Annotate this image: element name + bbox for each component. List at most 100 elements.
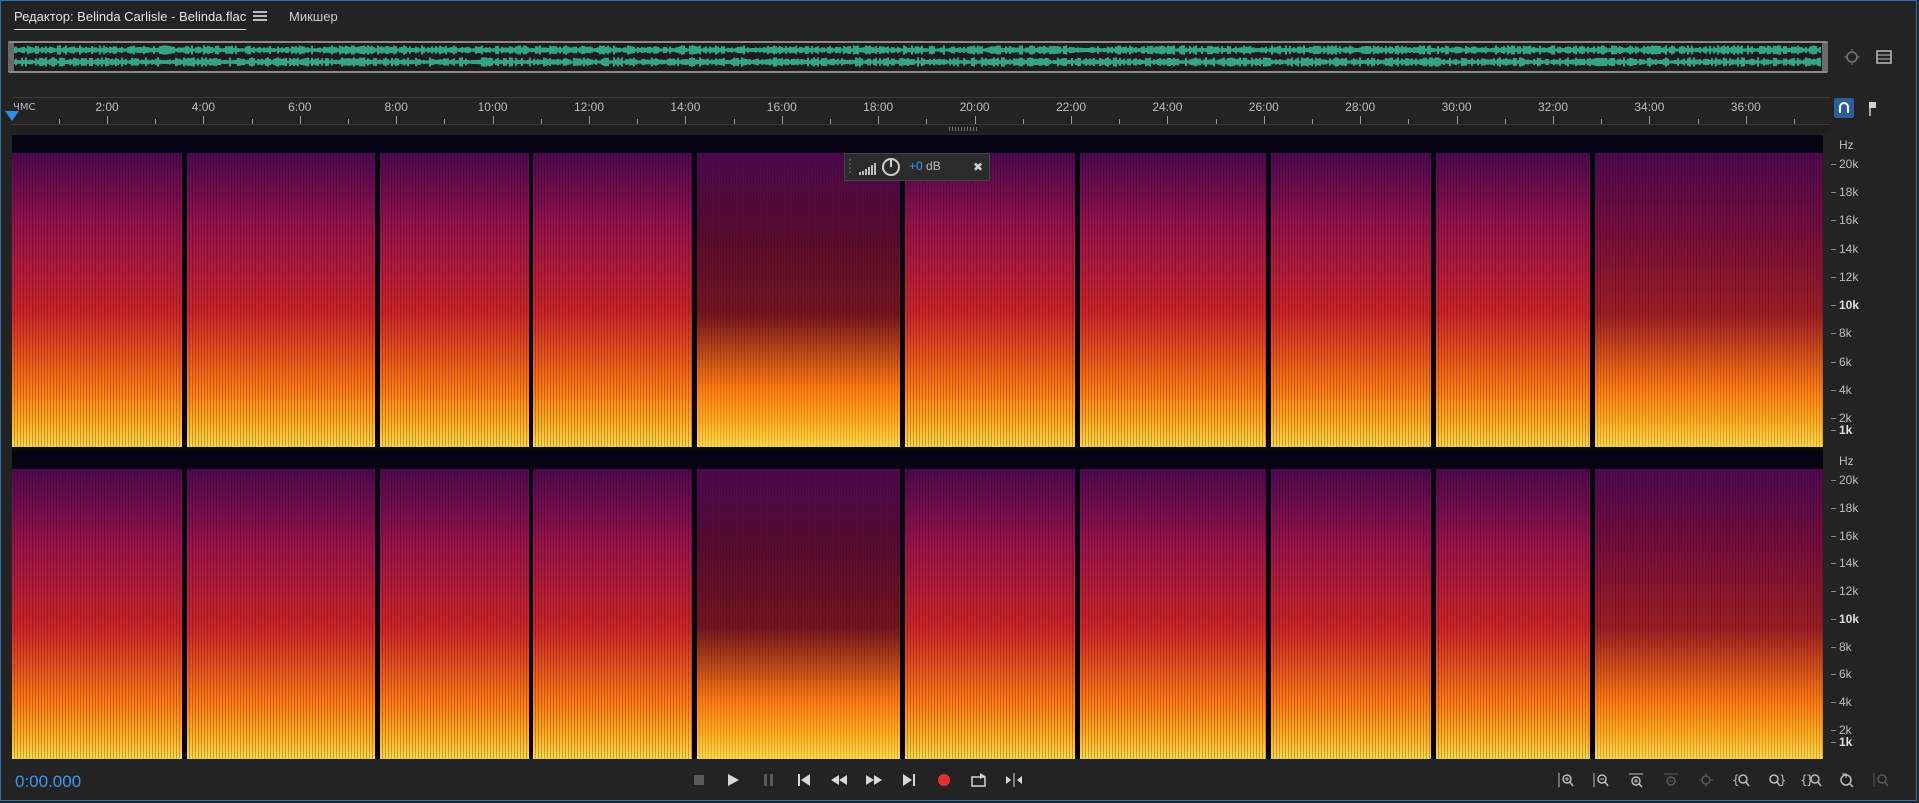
ruler-tick	[1360, 116, 1362, 124]
hz-label: 16k	[1839, 528, 1859, 543]
overview-left-handle[interactable]	[8, 43, 14, 71]
ruler-tick	[974, 116, 976, 124]
ruler-tick	[492, 116, 494, 124]
spectrogram-band	[12, 451, 1823, 471]
spectrogram-channel-left[interactable]	[12, 135, 1823, 447]
scroll-grip[interactable]	[949, 127, 977, 131]
tab-mixer[interactable]: Микшер	[289, 7, 338, 29]
zoom-in-at-end-icon[interactable]: }	[1758, 769, 1793, 791]
hz-tick	[1831, 192, 1836, 194]
hz-unit-label: Hz	[1839, 138, 1854, 152]
hz-label: 12k	[1839, 269, 1859, 284]
overview-settings-icon[interactable]	[1873, 46, 1895, 68]
zoom-to-selection-icon[interactable]: {}	[1793, 769, 1828, 791]
rewind-button[interactable]	[821, 769, 856, 791]
ruler-tick	[1601, 119, 1603, 124]
ruler-label: 26:00	[1248, 100, 1279, 114]
vertical-zoom-strip[interactable]	[11, 125, 1830, 133]
hz-label: 6k	[1839, 667, 1852, 682]
ruler-tick	[1408, 119, 1410, 124]
zoom-reset-amplitude-icon[interactable]	[1863, 769, 1898, 791]
frequency-scale-right: Hz 20k 18k 16k 14k 12k 10k 8k 6k 4k 2k 1k	[1831, 451, 1891, 759]
pause-button[interactable]	[751, 769, 786, 791]
time-ruler[interactable]: ЧМС 2:00 4:00 6:00 8:00 10:00 12:00 14:00 16:00…	[11, 97, 1830, 125]
hz-tick	[1831, 646, 1836, 648]
marker-pin-icon[interactable]	[1861, 98, 1883, 120]
zoom-out-time-icon[interactable]	[1653, 769, 1688, 791]
stop-button[interactable]	[681, 769, 716, 791]
ruler-tick	[1263, 116, 1265, 124]
hz-tick	[1831, 164, 1836, 165]
zoom-out-full-icon[interactable]	[1688, 769, 1723, 791]
spectrogram-channel-right[interactable]	[12, 451, 1823, 759]
go-to-start-button[interactable]	[786, 769, 821, 791]
ruler-tick	[1697, 119, 1699, 124]
ruler-label: 16:00	[766, 100, 797, 114]
spectrogram-segment	[187, 153, 375, 447]
tab-editor[interactable]: Редактор: Belinda Carlisle - Belinda.fla…	[14, 7, 247, 30]
ruler-tick	[589, 116, 590, 124]
snap-magnet-icon[interactable]	[1834, 98, 1854, 118]
hz-label: 14k	[1839, 241, 1859, 256]
hz-tick	[1831, 535, 1836, 537]
record-button[interactable]	[926, 769, 961, 791]
hz-label: 12k	[1839, 584, 1859, 599]
hz-label: 8k	[1839, 326, 1852, 341]
pin-icon[interactable]: ✖	[971, 160, 985, 174]
zoom-in-at-start-icon[interactable]: {	[1723, 769, 1758, 791]
hz-label: 18k	[1839, 185, 1859, 200]
ruler-tick	[251, 119, 253, 124]
hz-tick	[1831, 742, 1836, 743]
ruler-label: 28:00	[1345, 100, 1376, 114]
hz-tick	[1831, 248, 1836, 250]
ruler-tick	[58, 119, 60, 124]
ruler-label: 18:00	[863, 100, 894, 114]
spectrogram-segment	[905, 153, 1075, 447]
ruler-tick	[1745, 116, 1747, 124]
play-button[interactable]	[716, 769, 751, 791]
loop-playback-button[interactable]	[961, 769, 996, 791]
zoom-target-icon[interactable]	[1841, 46, 1863, 68]
ruler-tick	[685, 116, 687, 124]
ruler-tick	[348, 119, 349, 124]
hz-tick	[1831, 276, 1836, 278]
playhead-marker[interactable]	[5, 111, 19, 121]
overview-right-handle[interactable]	[1822, 43, 1828, 71]
ruler-tick	[155, 119, 157, 124]
spectrogram-segment	[1080, 469, 1266, 759]
spectrogram-segment	[697, 153, 900, 447]
go-to-end-button[interactable]	[891, 769, 926, 791]
spectrogram-segment	[380, 469, 529, 759]
overview-waveform[interactable]	[8, 41, 1828, 73]
zoom-reset-icon[interactable]	[1828, 769, 1863, 791]
hz-label: 20k	[1839, 157, 1859, 171]
ruler-label: 24:00	[1152, 100, 1183, 114]
panel-menu-icon[interactable]	[253, 9, 267, 23]
fast-forward-button[interactable]	[856, 769, 891, 791]
hz-label: 16k	[1839, 213, 1859, 228]
hud-grip-icon[interactable]	[847, 158, 853, 176]
frequency-scale-left: Hz 20k 18k 16k 14k 12k 10k 8k 6k 4k 2k 1k	[1831, 135, 1891, 447]
volume-hud[interactable]: +0 dB ✖	[844, 153, 990, 181]
spectrogram-segment	[380, 153, 529, 447]
spectrogram-segment	[533, 469, 692, 759]
ruler-tick	[1119, 119, 1121, 124]
hz-label: 10k	[1839, 298, 1860, 313]
hz-tick	[1831, 305, 1836, 307]
ruler-tick	[1071, 116, 1072, 124]
hz-tick	[1831, 220, 1836, 222]
skip-selection-button[interactable]	[996, 769, 1031, 791]
spectrogram-segment	[1436, 153, 1590, 447]
ruler-tick	[203, 116, 205, 124]
volume-knob-icon[interactable]	[882, 158, 900, 176]
zoom-in-amplitude-icon[interactable]	[1548, 769, 1583, 791]
volume-value[interactable]: +0 dB	[909, 159, 941, 173]
hz-unit-label: Hz	[1839, 454, 1854, 468]
hz-label: 8k	[1839, 639, 1852, 654]
ruler-tick	[1553, 116, 1554, 124]
zoom-in-time-icon[interactable]	[1618, 769, 1653, 791]
current-time[interactable]: 0:00.000	[15, 772, 81, 792]
hz-label: 4k	[1839, 695, 1852, 710]
ruler-tick	[1312, 119, 1313, 124]
zoom-out-amplitude-icon[interactable]	[1583, 769, 1618, 791]
